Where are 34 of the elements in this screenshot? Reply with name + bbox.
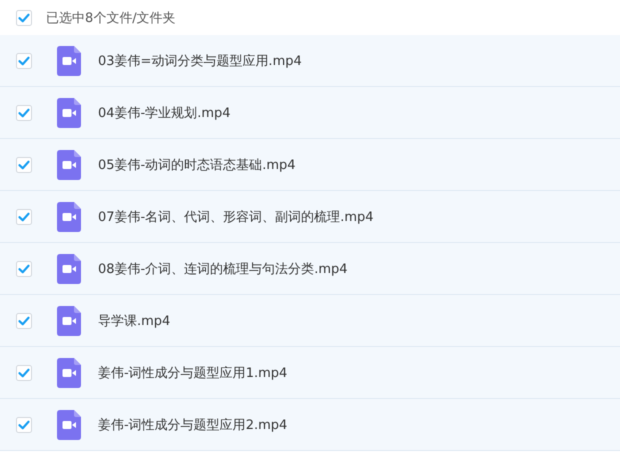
file-row[interactable]: 07姜伟-名词、代词、形容词、副词的梳理.mp4	[0, 191, 620, 243]
video-file-icon	[57, 150, 81, 180]
checkbox[interactable]	[16, 104, 32, 120]
video-file-icon	[57, 306, 81, 336]
file-name: 04姜伟-学业规划.mp4	[98, 104, 231, 122]
checkbox[interactable]	[16, 312, 32, 328]
file-name: 08姜伟-介词、连词的梳理与句法分类.mp4	[98, 260, 348, 278]
video-file-icon	[57, 98, 81, 128]
checkbox[interactable]	[16, 260, 32, 276]
checkbox[interactable]	[16, 364, 32, 380]
checkbox[interactable]	[16, 10, 32, 26]
checkbox[interactable]	[16, 52, 32, 68]
file-name: 姜伟-词性成分与题型应用2.mp4	[98, 416, 288, 434]
file-row[interactable]: 姜伟-词性成分与题型应用2.mp4	[0, 399, 620, 451]
file-row[interactable]: 03姜伟=动词分类与题型应用.mp4	[0, 35, 620, 87]
checkbox[interactable]	[16, 416, 32, 432]
checkbox[interactable]	[16, 208, 32, 224]
video-file-icon	[57, 202, 81, 232]
file-name: 姜伟-词性成分与题型应用1.mp4	[98, 364, 288, 382]
file-name: 07姜伟-名词、代词、形容词、副词的梳理.mp4	[98, 208, 374, 226]
selection-count: 已选中8个文件/文件夹	[46, 10, 176, 26]
video-file-icon	[57, 254, 81, 284]
video-file-icon	[57, 46, 81, 76]
file-name: 导学课.mp4	[98, 312, 170, 330]
file-row[interactable]: 05姜伟-动词的时态语态基础.mp4	[0, 139, 620, 191]
file-row[interactable]: 04姜伟-学业规划.mp4	[0, 87, 620, 139]
checkbox[interactable]	[16, 156, 32, 172]
file-name: 03姜伟=动词分类与题型应用.mp4	[98, 52, 302, 70]
file-name: 05姜伟-动词的时态语态基础.mp4	[98, 156, 296, 174]
file-row[interactable]: 姜伟-词性成分与题型应用1.mp4	[0, 347, 620, 399]
file-row[interactable]: 08姜伟-介词、连词的梳理与句法分类.mp4	[0, 243, 620, 295]
video-file-icon	[57, 410, 81, 440]
video-file-icon	[57, 358, 81, 388]
file-row[interactable]: 导学课.mp4	[0, 295, 620, 347]
